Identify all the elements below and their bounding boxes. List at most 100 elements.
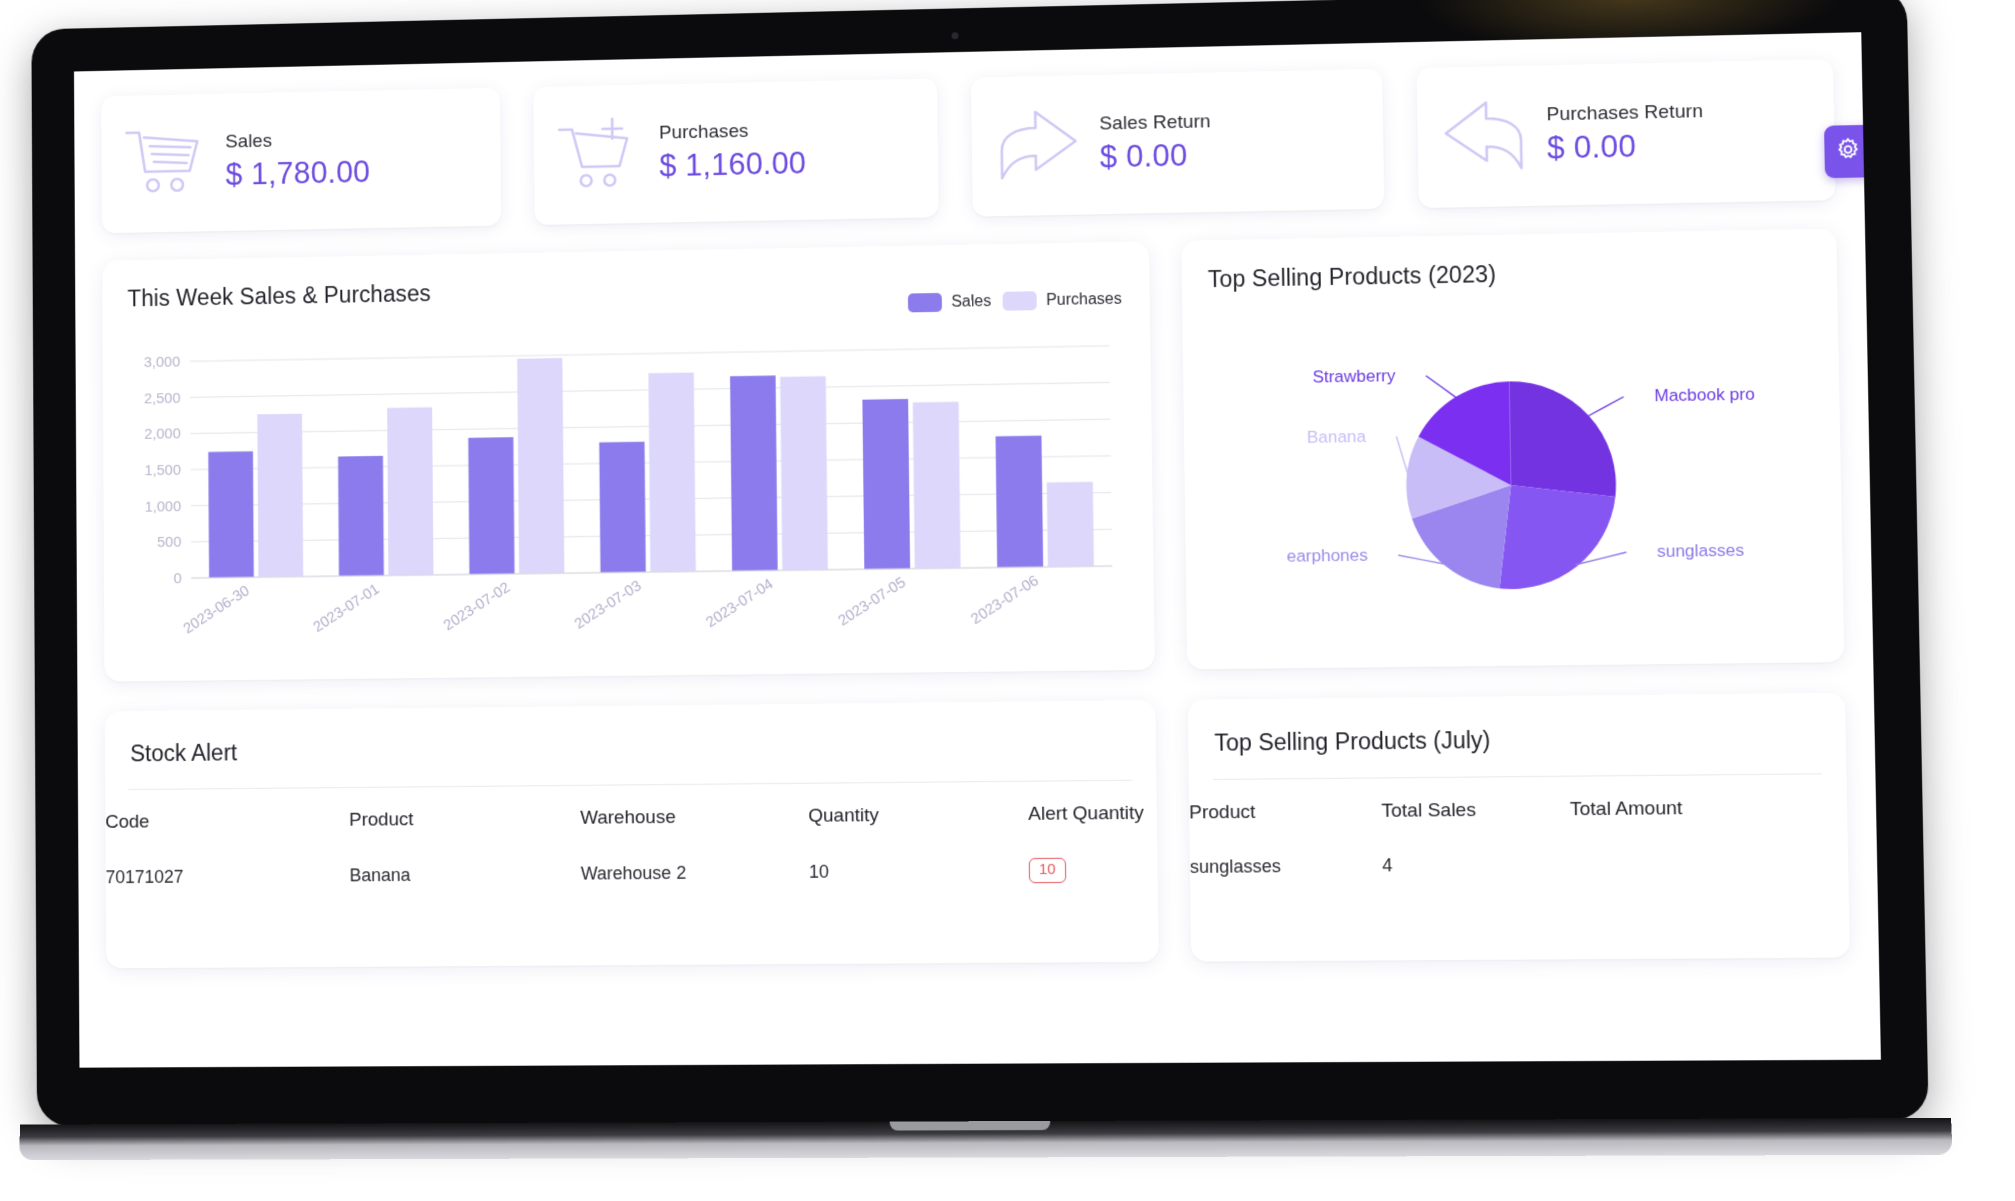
stat-label: Purchases [658, 120, 749, 144]
svg-text:1,000: 1,000 [145, 499, 182, 515]
shopping-cart-icon [119, 120, 212, 206]
bar-purchases [1046, 481, 1094, 567]
stat-value: $ 1,160.00 [659, 145, 807, 184]
stat-card-sales-return[interactable]: Sales Return $ 0.00 [970, 68, 1384, 217]
legend-item-purchases[interactable]: Purchases [1002, 290, 1122, 311]
bar-purchases [387, 407, 434, 576]
stock-alert-panel: Stock Alert Code Product Warehouse Quant… [104, 700, 1159, 969]
col-total-sales: Total Sales [1381, 799, 1477, 822]
pie-label: Strawberry [1312, 366, 1396, 387]
cell-product: Banana [349, 864, 411, 886]
stat-card-text: Purchases $ 1,160.00 [659, 120, 806, 184]
laptop-body: Sales $ 1,780.00 Purchases $ 1,160.00 Sa… [19, 0, 1953, 1161]
charts-row: This Week Sales & Purchases Sales Purcha… [98, 228, 1848, 682]
table-row[interactable]: sunglasses 4 [1189, 829, 1848, 878]
col-alert-qty: Alert Quantity [1028, 802, 1145, 825]
svg-text:2023-07-02: 2023-07-02 [441, 580, 513, 635]
legend-swatch-purchases [1002, 291, 1038, 311]
bar-chart-svg: 0 500 1,000 1,500 2,000 2,500 3,000 2023-06-30 2… [144, 338, 1128, 637]
svg-text:1,500: 1,500 [144, 463, 181, 479]
bar-sales [208, 451, 254, 578]
stat-value: $ 1,780.00 [225, 154, 371, 192]
pie-chart-svg: Macbook pro sunglasses earphones Banana Stra… [1287, 366, 1755, 590]
laptop-screen: Sales $ 1,780.00 Purchases $ 1,160.00 Sa… [74, 32, 1881, 1068]
legend-label-sales: Sales [951, 292, 992, 311]
arrow-forward-icon [989, 102, 1086, 190]
legend-item-sales[interactable]: Sales [908, 292, 992, 313]
bar-chart-legend: Sales Purchases [908, 290, 1122, 313]
laptop-base [19, 1117, 1953, 1161]
top-selling-july-table: Product Total Sales Total Amount sunglas… [1189, 774, 1849, 878]
stat-card-sales[interactable]: Sales $ 1,780.00 [101, 87, 501, 234]
bar-chart-plot: 0 500 1,000 1,500 2,000 2,500 3,000 2023-06-30 2… [128, 338, 1128, 650]
pie-label: sunglasses [1657, 540, 1744, 561]
stat-label: Purchases Return [1546, 101, 1704, 126]
stat-label: Sales [225, 130, 273, 153]
bar-sales [995, 435, 1044, 568]
tables-row: Stock Alert Code Product Warehouse Quant… [101, 692, 1854, 969]
bar-purchases [517, 357, 565, 574]
col-product: Product [1188, 801, 1256, 824]
stat-card-purchases[interactable]: Purchases $ 1,160.00 [532, 78, 939, 226]
svg-text:2,000: 2,000 [144, 427, 181, 443]
webcam-dot [951, 32, 959, 40]
laptop-notch [889, 1120, 1050, 1131]
legend-swatch-sales [908, 292, 943, 313]
svg-text:2023-07-03: 2023-07-03 [572, 578, 644, 633]
pie-label: Macbook pro [1654, 384, 1755, 405]
svg-text:2023-07-04: 2023-07-04 [704, 576, 777, 631]
bar-purchases [912, 401, 961, 569]
stat-label: Sales Return [1099, 111, 1211, 135]
pie-leader-line [1587, 397, 1624, 417]
pie-chart-title: Top Selling Products (2023) [1207, 260, 1497, 293]
bar-sales [862, 398, 911, 570]
svg-text:500: 500 [157, 535, 181, 551]
bar-sales [338, 455, 384, 577]
this-week-sales-purchases-panel: This Week Sales & Purchases Sales Purcha… [102, 241, 1155, 682]
top-selling-products-2023-panel: Top Selling Products (2023) Macbook pro s… [1181, 228, 1845, 670]
stat-card-text: Sales Return $ 0.00 [1099, 111, 1211, 175]
bar-sales [730, 375, 778, 571]
cell-warehouse: Warehouse 2 [580, 862, 687, 884]
stat-card-purchases-return[interactable]: Purchases Return $ 0.00 [1415, 59, 1836, 209]
col-total-amount: Total Amount [1569, 797, 1683, 821]
gear-icon [1834, 136, 1861, 168]
pie-leader-line [1426, 375, 1457, 399]
cell-code: 70171027 [105, 866, 184, 887]
cell-alert-quantity: 10 [1028, 835, 1157, 883]
stat-card-text: Sales $ 1,780.00 [225, 129, 370, 193]
laptop-mockup: Sales $ 1,780.00 Purchases $ 1,160.00 Sa… [18, 0, 1968, 1161]
pie-slice [1497, 483, 1617, 590]
svg-text:2023-07-05: 2023-07-05 [836, 574, 909, 629]
table-row[interactable]: 70171027 Banana Warehouse 2 10 10 [105, 835, 1157, 890]
pie-label: Banana [1307, 427, 1367, 447]
col-quantity: Quantity [808, 805, 880, 827]
bar-purchases [780, 376, 828, 571]
col-code: Code [105, 811, 150, 833]
bar-purchases [257, 413, 304, 578]
bar-sales [599, 441, 646, 573]
dashboard-page: Sales $ 1,780.00 Purchases $ 1,160.00 Sa… [74, 32, 1881, 1068]
svg-text:2023-07-06: 2023-07-06 [969, 573, 1042, 628]
table-header-row: Code Product Warehouse Quantity Alert Qu… [105, 781, 1157, 844]
settings-button[interactable] [1824, 124, 1873, 179]
cell-quantity: 10 [808, 861, 830, 882]
pie-chart-plot: Macbook pro sunglasses earphones Banana Stra… [1182, 303, 1844, 655]
cart-plus-icon [551, 111, 646, 198]
arrow-back-icon [1435, 93, 1534, 181]
stat-value: $ 0.00 [1099, 137, 1188, 175]
bar-purchases [648, 372, 696, 573]
stat-value: $ 0.00 [1546, 128, 1637, 166]
pie-slice [1509, 379, 1617, 499]
stat-card-text: Purchases Return $ 0.00 [1546, 101, 1704, 166]
top-selling-products-july-panel: Top Selling Products (July) Product Tota… [1187, 692, 1851, 962]
legend-label-purchases: Purchases [1045, 290, 1122, 309]
cell-product: sunglasses [1189, 856, 1282, 877]
stock-alert-title: Stock Alert [130, 739, 238, 767]
pie-leader-line [1396, 436, 1408, 477]
stat-cards-row: Sales $ 1,780.00 Purchases $ 1,160.00 Sa… [97, 59, 1839, 234]
col-product: Product [349, 809, 414, 831]
table-header-row: Product Total Sales Total Amount [1189, 774, 1848, 835]
bar-sales [468, 437, 515, 575]
cell-total-amount [1570, 829, 1848, 875]
